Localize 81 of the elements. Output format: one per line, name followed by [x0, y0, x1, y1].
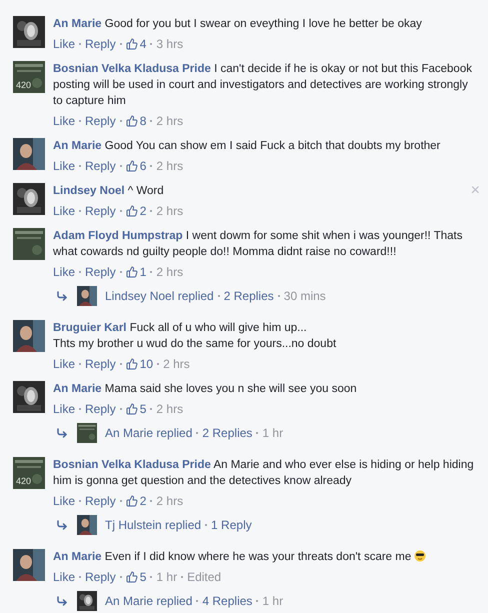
author-link[interactable]: An Marie — [53, 140, 102, 152]
like-count: 5 — [140, 401, 146, 417]
comment-text: An Marie Even if I did know where he was your threats don't scare me — [53, 549, 480, 565]
author-link[interactable]: Bosnian Velka Kladusa Pride — [53, 459, 211, 471]
like-link[interactable]: Like — [53, 203, 76, 219]
replies-count[interactable]: 1 Reply — [211, 516, 252, 534]
reply-link[interactable]: Reply — [85, 203, 116, 219]
thumbs-up-icon — [126, 205, 138, 217]
timestamp: 2 hrs — [156, 158, 184, 174]
author-link[interactable]: An Marie — [53, 551, 102, 563]
timestamp: 3 hrs — [156, 36, 184, 52]
reply-link[interactable]: Reply — [85, 36, 116, 52]
reply-link[interactable]: Reply — [85, 113, 116, 129]
thumbs-up-icon — [126, 38, 138, 50]
timestamp: 1 hr — [262, 425, 284, 442]
timestamp: 2 hrs — [156, 203, 184, 219]
thumbs-up-icon — [126, 358, 138, 370]
avatar-caption: 420 — [16, 477, 32, 486]
author-link[interactable]: Lindsey Noel — [53, 185, 125, 197]
replies-link[interactable]: Lindsey Noel replied — [105, 287, 214, 305]
reply-link[interactable]: Reply — [85, 569, 116, 585]
like-link[interactable]: Like — [53, 36, 76, 52]
like-count: 6 — [140, 158, 146, 174]
replies-count[interactable]: 2 Replies — [202, 424, 252, 442]
like-link[interactable]: Like — [53, 569, 76, 585]
comment-text: An Marie Good You can show em I said Fuck a bitch that doubts my brother — [53, 139, 442, 154]
like-link[interactable]: Like — [53, 356, 76, 372]
like-count: 10 — [140, 356, 154, 372]
thumbs-up-icon — [126, 571, 138, 583]
reply-arrow-icon — [56, 427, 68, 439]
replies-link[interactable]: Tj Hulstein replied — [105, 516, 202, 534]
comment-text: Bruguier Karl Fuck all of u who will give him up... Thts my brother u wud do the same for yours...no doubt — [53, 321, 338, 352]
reply-link[interactable]: Reply — [85, 401, 116, 417]
replies-count[interactable]: 2 Replies — [224, 287, 274, 305]
author-link[interactable]: An Marie — [53, 18, 102, 30]
like-link[interactable]: Like — [53, 158, 76, 174]
comment-text: An Marie Mama said she loves you n she will see you soon — [53, 382, 358, 397]
timestamp: 2 hrs — [156, 401, 184, 417]
like-count: 2 — [140, 203, 146, 219]
comment-text: Adam Floyd Humpstrap I went dowm for some shit when i was younger!! Thats what cowards nd guilty people do!! Momma didnt raise no coward!!! — [53, 229, 464, 260]
timestamp: 2 hrs — [156, 264, 184, 280]
comment-text: Bosnian Velka Kladusa Pride An Marie and who ever else is hiding or help hiding him is gonna get question and the detectives know already — [53, 458, 475, 489]
like-link[interactable]: Like — [53, 264, 76, 280]
comment-text: An Marie Good for you but I swear on eveything I love he better be okay — [53, 17, 423, 32]
replies-link[interactable]: An Marie replied — [105, 424, 192, 442]
like-link[interactable]: Like — [53, 401, 76, 417]
timestamp: 30 mins — [284, 288, 326, 305]
like-count: 2 — [140, 493, 146, 509]
thumbs-up-icon — [126, 115, 138, 127]
timestamp: 1 hr — [156, 569, 178, 585]
like-count: 4 — [140, 36, 146, 52]
reply-arrow-icon — [56, 290, 68, 302]
thumbs-up-icon — [126, 403, 138, 415]
timestamp: 2 hrs — [156, 113, 184, 129]
timestamp: 2 hrs — [156, 493, 184, 509]
replies-link[interactable]: An Marie replied — [105, 592, 192, 610]
replies-count[interactable]: 4 Replies — [202, 592, 252, 610]
reply-link[interactable]: Reply — [85, 158, 116, 174]
author-link[interactable]: An Marie — [53, 383, 102, 395]
avatar-caption: 420 — [16, 81, 32, 90]
timestamp: 2 hrs — [163, 356, 190, 372]
reply-link[interactable]: Reply — [85, 356, 116, 372]
author-link[interactable]: Bruguier Karl — [53, 322, 126, 334]
reply-arrow-icon — [56, 519, 68, 531]
like-link[interactable]: Like — [53, 493, 76, 509]
reply-link[interactable]: Reply — [85, 264, 116, 280]
thumbs-up-icon — [126, 495, 138, 507]
like-count: 1 — [140, 264, 146, 280]
reply-arrow-icon — [56, 595, 68, 607]
like-count: 5 — [140, 569, 146, 585]
comment-text: Lindsey Noel ^ Word — [53, 184, 165, 199]
comment-text: Bosnian Velka Kladusa Pride I can't decide if he is okay or not but this Facebook posting will be used in court and investigators and detectives are working strongly to capture him — [53, 62, 473, 109]
edited-label: Edited — [187, 569, 222, 585]
thumbs-up-icon — [126, 160, 138, 172]
author-link[interactable]: Bosnian Velka Kladusa Pride — [53, 63, 211, 75]
thumbs-up-icon — [126, 266, 138, 278]
like-link[interactable]: Like — [53, 113, 76, 129]
reply-link[interactable]: Reply — [85, 493, 116, 509]
timestamp: 1 hr — [262, 593, 284, 610]
author-link[interactable]: Adam Floyd Humpstrap — [53, 230, 183, 242]
like-count: 8 — [140, 113, 146, 129]
